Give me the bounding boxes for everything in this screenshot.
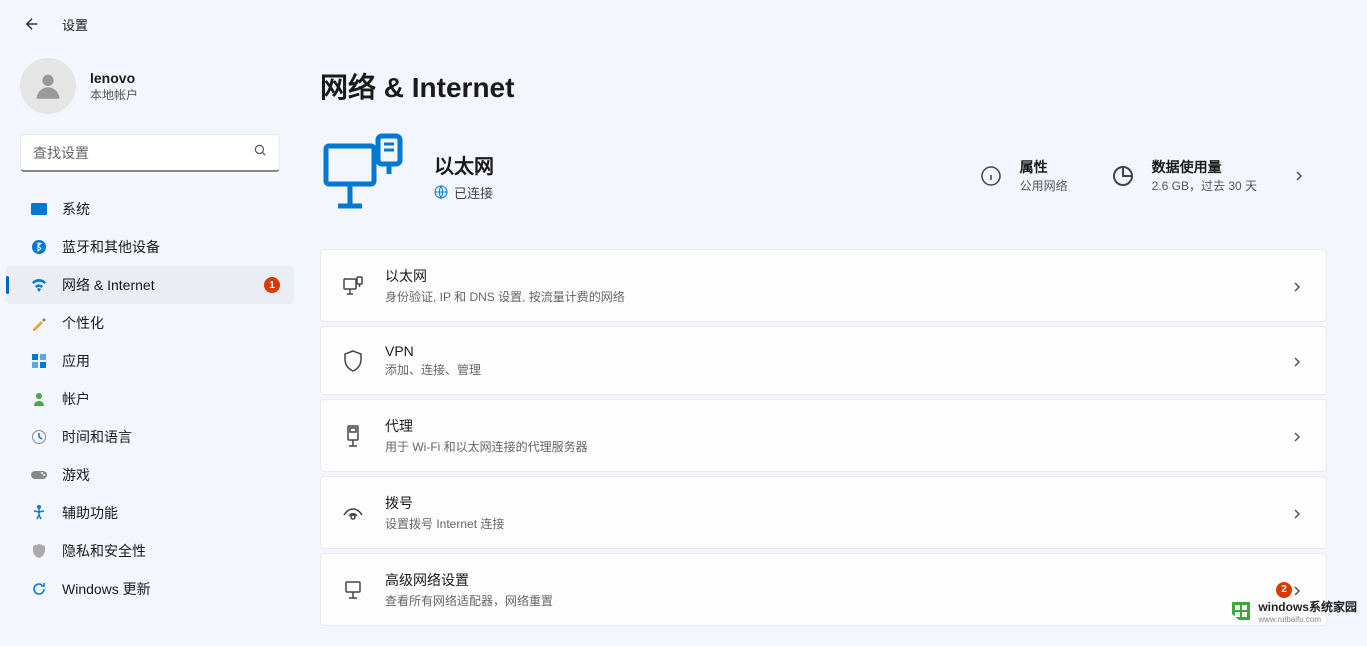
row-badge: 2 <box>1276 582 1292 598</box>
watermark: windows系统家园 www.ruibaifu.com <box>1230 598 1357 624</box>
sidebar-item-label: 应用 <box>62 351 90 371</box>
sidebar-item-update[interactable]: Windows 更新 <box>6 570 294 608</box>
properties-card[interactable]: 属性 公用网络 <box>956 157 1088 194</box>
gaming-icon <box>30 466 48 484</box>
accessibility-icon <box>30 504 48 522</box>
ethernet-hero-icon <box>320 130 406 221</box>
sidebar-item-system[interactable]: 系统 <box>6 190 294 228</box>
data-usage-icon <box>1108 161 1138 191</box>
system-icon <box>30 200 48 218</box>
sidebar-item-apps[interactable]: 应用 <box>6 342 294 380</box>
back-button[interactable] <box>20 12 44 36</box>
globe-icon <box>434 185 448 199</box>
apps-icon <box>30 352 48 370</box>
data-usage-card[interactable]: 数据使用量 2.6 GB，过去 30 天 <box>1088 157 1327 194</box>
sidebar-item-label: 系统 <box>62 199 90 219</box>
chevron-right-icon <box>1292 506 1306 520</box>
vpn-icon <box>341 349 365 373</box>
sidebar-item-label: 辅助功能 <box>62 503 118 523</box>
nav-badge: 1 <box>264 277 280 293</box>
sidebar-item-gaming[interactable]: 游戏 <box>6 456 294 494</box>
data-usage-title: 数据使用量 <box>1152 157 1257 177</box>
sidebar-item-personalization[interactable]: 个性化 <box>6 304 294 342</box>
chevron-right-icon <box>1292 429 1306 443</box>
row-title: VPN <box>385 343 1292 359</box>
connection-status: 已连接 <box>454 183 493 202</box>
setting-row-ethernet[interactable]: 以太网 身份验证, IP 和 DNS 设置, 按流量计费的网络 <box>320 249 1327 322</box>
time-icon <box>30 428 48 446</box>
row-title: 高级网络设置 <box>385 570 1264 590</box>
account-icon <box>30 390 48 408</box>
ethernet-icon <box>341 274 365 298</box>
sidebar-item-accessibility[interactable]: 辅助功能 <box>6 494 294 532</box>
sidebar-item-label: 隐私和安全性 <box>62 541 146 561</box>
avatar <box>20 58 76 114</box>
watermark-icon <box>1230 600 1252 622</box>
sidebar-item-label: 帐户 <box>62 389 90 409</box>
sidebar: lenovo 本地帐户 系统 蓝牙和其他设备 <box>0 48 300 646</box>
profile-type: 本地帐户 <box>90 86 138 103</box>
dialup-icon <box>341 501 365 525</box>
advanced-network-icon <box>341 578 365 602</box>
proxy-icon <box>341 424 365 448</box>
profile-block[interactable]: lenovo 本地帐户 <box>6 48 294 134</box>
row-sub: 设置拨号 Internet 连接 <box>385 515 1292 532</box>
properties-sub: 公用网络 <box>1020 177 1068 194</box>
sidebar-item-label: 网络 & Internet <box>62 275 155 295</box>
chevron-right-icon <box>1292 354 1306 368</box>
personalize-icon <box>30 314 48 332</box>
setting-row-dialup[interactable]: 拨号 设置拨号 Internet 连接 <box>320 476 1327 549</box>
data-usage-sub: 2.6 GB，过去 30 天 <box>1152 177 1257 194</box>
sidebar-item-label: 游戏 <box>62 465 90 485</box>
setting-row-proxy[interactable]: 代理 用于 Wi-Fi 和以太网连接的代理服务器 <box>320 399 1327 472</box>
sidebar-item-bluetooth[interactable]: 蓝牙和其他设备 <box>6 228 294 266</box>
chevron-right-icon <box>1291 168 1307 184</box>
sidebar-item-accounts[interactable]: 帐户 <box>6 380 294 418</box>
info-icon <box>976 161 1006 191</box>
sidebar-item-label: Windows 更新 <box>62 579 151 599</box>
chevron-right-icon <box>1292 583 1306 597</box>
wifi-icon <box>30 276 48 294</box>
row-title: 以太网 <box>385 266 1292 286</box>
update-icon <box>30 580 48 598</box>
topbar-title: 设置 <box>62 15 88 34</box>
properties-title: 属性 <box>1020 157 1068 177</box>
privacy-icon <box>30 542 48 560</box>
row-sub: 用于 Wi-Fi 和以太网连接的代理服务器 <box>385 438 1292 455</box>
sidebar-item-time[interactable]: 时间和语言 <box>6 418 294 456</box>
search-input[interactable] <box>33 145 253 161</box>
nav-list: 系统 蓝牙和其他设备 网络 & Internet 1 个性化 应用 帐户 <box>6 190 294 608</box>
search-icon <box>253 143 267 162</box>
row-title: 代理 <box>385 416 1292 436</box>
row-sub: 添加、连接、管理 <box>385 361 1292 378</box>
search-box[interactable] <box>20 134 280 172</box>
profile-name: lenovo <box>90 70 138 86</box>
setting-row-vpn[interactable]: VPN 添加、连接、管理 <box>320 326 1327 395</box>
sidebar-item-label: 蓝牙和其他设备 <box>62 237 160 257</box>
page-title: 网络 & Internet <box>320 66 1327 106</box>
sidebar-item-network[interactable]: 网络 & Internet 1 <box>6 266 294 304</box>
sidebar-item-label: 个性化 <box>62 313 104 333</box>
setting-row-advanced[interactable]: 高级网络设置 查看所有网络适配器，网络重置 2 <box>320 553 1327 626</box>
chevron-right-icon <box>1292 279 1306 293</box>
sidebar-item-privacy[interactable]: 隐私和安全性 <box>6 532 294 570</box>
row-title: 拨号 <box>385 493 1292 513</box>
sidebar-item-label: 时间和语言 <box>62 427 132 447</box>
row-sub: 身份验证, IP 和 DNS 设置, 按流量计费的网络 <box>385 288 1292 305</box>
bluetooth-icon <box>30 238 48 256</box>
connection-title: 以太网 <box>434 150 494 179</box>
main-content: 网络 & Internet 以太网 已连接 <box>300 48 1367 646</box>
row-sub: 查看所有网络适配器，网络重置 <box>385 592 1264 609</box>
